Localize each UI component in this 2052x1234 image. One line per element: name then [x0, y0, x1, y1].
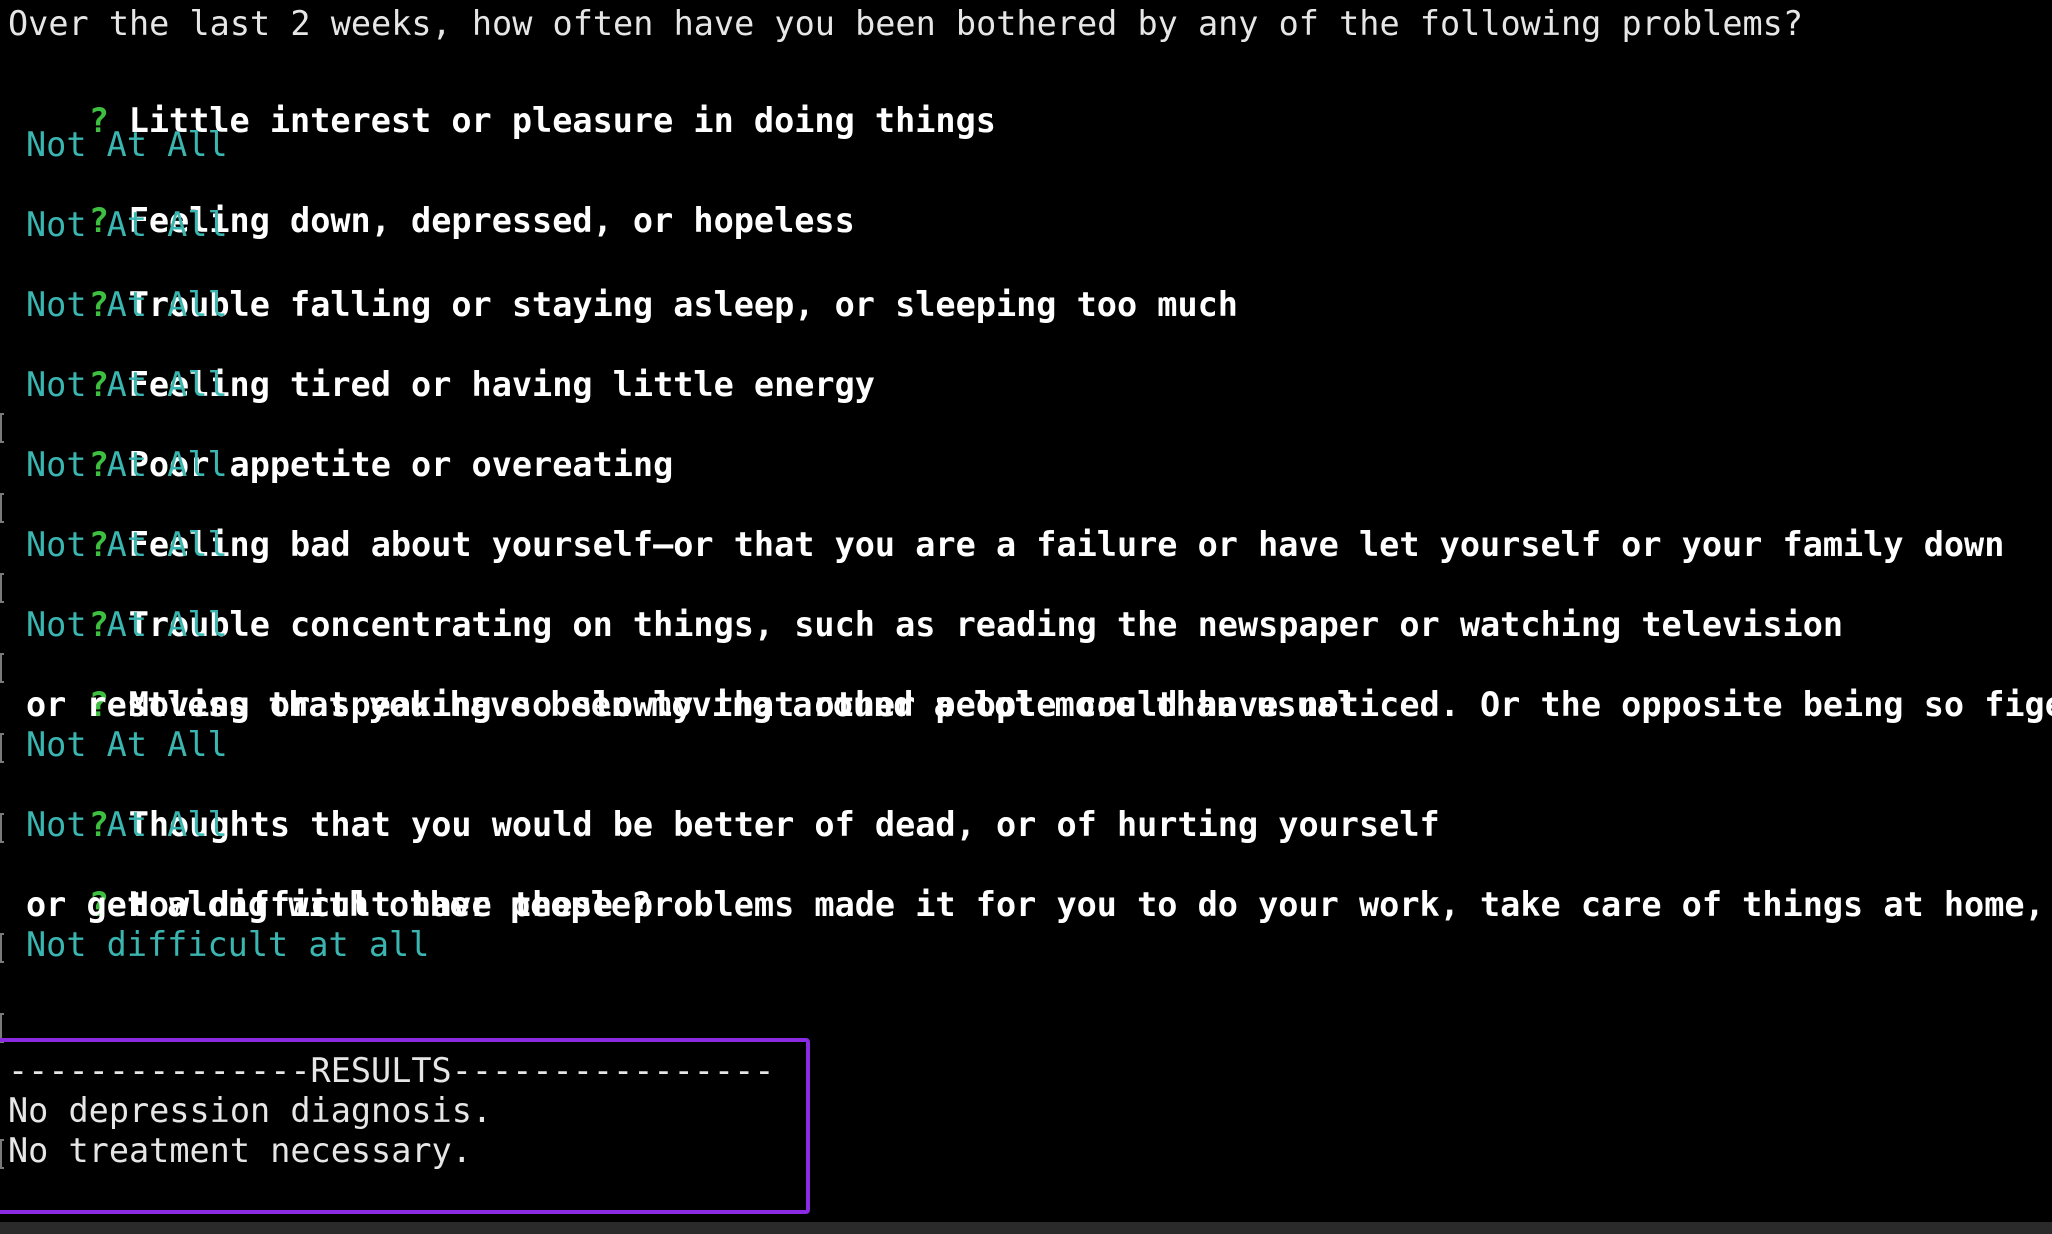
question-10: ? How difficult have these problems made … [8, 845, 2045, 924]
question-3: ? Trouble falling or staying asleep, or s… [8, 245, 1238, 324]
answer-10: Not difficult at all [26, 925, 430, 964]
question-9: ? Thoughts that you would be better of de… [8, 765, 1440, 844]
answer-6: Not At All [26, 525, 228, 564]
question-1: ? Little interest or pleasure in doing th… [8, 61, 996, 140]
question-4: ? Feeling tired or having little energy [8, 325, 875, 404]
question-8-continued: or restless that you have been moving ar… [26, 685, 1358, 724]
question-text: Thoughts that you would be better of dea… [128, 805, 1440, 844]
answer-9: Not At All [26, 805, 228, 844]
question-8: ? Moving or speaking so slowly that other… [8, 645, 2052, 724]
question-6: ? Feeling bad about yourself—or that you … [8, 485, 2005, 564]
terminal-mark [0, 813, 4, 843]
answer-8: Not At All [26, 725, 228, 764]
terminal-bottom-bar [0, 1222, 2052, 1234]
question-5: ? Poor appetite or overeating [8, 405, 674, 484]
answer-1: Not At All [26, 125, 228, 164]
results-diagnosis: No depression diagnosis. [8, 1091, 493, 1130]
terminal-mark [0, 653, 4, 683]
answer-4: Not At All [26, 365, 228, 404]
answer-7: Not At All [26, 605, 228, 644]
results-treatment: No treatment necessary. [8, 1131, 472, 1170]
terminal-window[interactable]: Over the last 2 weeks, how often have yo… [0, 0, 2052, 1222]
question-text: Little interest or pleasure in doing thi… [128, 101, 996, 140]
question-2: ? Feeling down, depressed, or hopeless [8, 161, 855, 240]
question-text: Feeling bad about yourself—or that you a… [128, 525, 2005, 564]
question-7: ? Trouble concentrating on things, such a… [8, 565, 1843, 644]
intro-text: Over the last 2 weeks, how often have yo… [8, 4, 1804, 43]
terminal-mark [0, 733, 4, 763]
terminal-mark [0, 933, 4, 963]
question-text: Feeling tired or having little energy [128, 365, 875, 404]
question-text: Trouble falling or staying asleep, or sl… [128, 285, 1238, 324]
answer-3: Not At All [26, 285, 228, 324]
question-text: Trouble concentrating on things, such as… [128, 605, 1844, 644]
terminal-mark [0, 1139, 4, 1169]
answer-5: Not At All [26, 445, 228, 484]
question-10-continued: or get along with other people? [26, 885, 652, 924]
terminal-mark [0, 413, 4, 443]
terminal-mark [0, 493, 4, 523]
question-text: Feeling down, depressed, or hopeless [128, 201, 855, 240]
answer-2: Not At All [26, 205, 228, 244]
terminal-mark [0, 573, 4, 603]
results-header: ---------------RESULTS---------------- [8, 1051, 775, 1090]
